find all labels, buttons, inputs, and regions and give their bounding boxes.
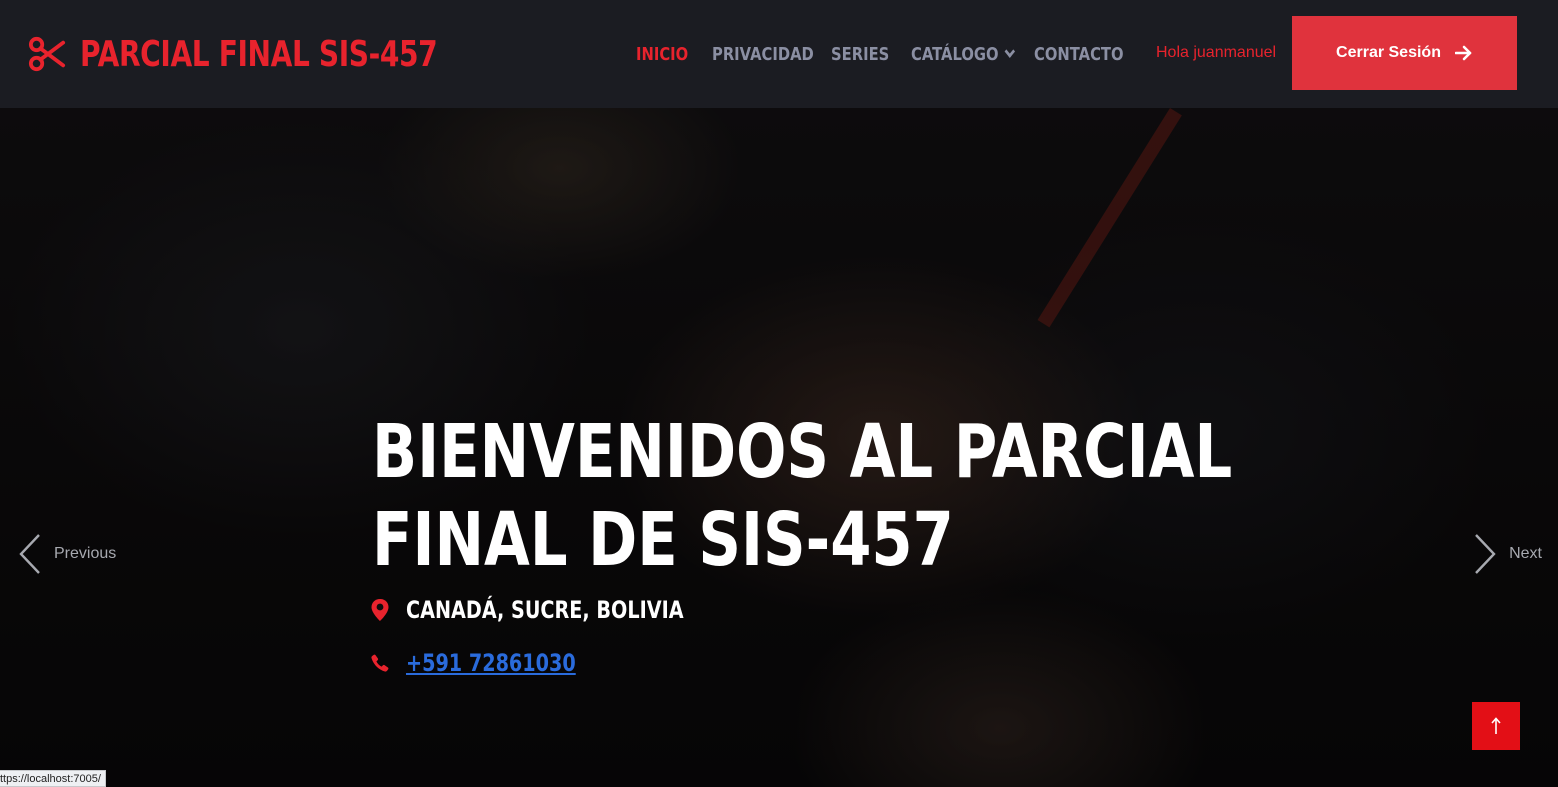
carousel-next-button[interactable]: Next	[1473, 533, 1542, 575]
status-bar-url: ttps://localhost:7005/	[0, 770, 106, 787]
logout-button[interactable]: Cerrar Sesión	[1292, 16, 1517, 90]
hero-carousel: BIENVENIDOS AL PARCIAL FINAL DE SIS-457 …	[0, 108, 1558, 787]
chevron-left-icon	[19, 534, 40, 574]
chevron-right-icon	[1475, 534, 1496, 574]
nav-item-privacidad[interactable]: PRIVACIDAD	[712, 44, 814, 65]
hero-title: BIENVENIDOS AL PARCIAL FINAL DE SIS-457	[372, 408, 1233, 584]
map-marker-icon	[371, 599, 389, 621]
nav-item-series[interactable]: SERIES	[831, 44, 889, 65]
phone-info: +591 72861030	[370, 649, 618, 677]
logout-button-label: Cerrar Sesión	[1336, 44, 1441, 61]
carousel-prev-button[interactable]: Previous	[18, 533, 116, 575]
brand-logo[interactable]: PARCIAL FINAL SIS-457	[28, 28, 538, 80]
scissors-icon	[28, 36, 66, 72]
nav-item-contacto[interactable]: CONTACTO	[1034, 44, 1124, 65]
hero-title-line-2: FINAL DE SIS-457	[372, 497, 954, 583]
brand-title: PARCIAL FINAL SIS-457	[80, 33, 438, 75]
arrow-up-icon	[1491, 717, 1501, 734]
nav-item-inicio[interactable]: INICIO	[636, 44, 688, 65]
user-greeting: Hola juanmanuel	[1156, 44, 1277, 61]
location-info: CANADÁ, SUCRE, BOLIVIA	[370, 596, 753, 624]
phone-icon	[371, 654, 389, 672]
phone-link[interactable]: +591 72861030	[406, 649, 576, 677]
chevron-down-icon	[1004, 45, 1015, 58]
carousel-next-label: Next	[1509, 545, 1542, 562]
hero-title-line-1: BIENVENIDOS AL PARCIAL	[372, 409, 1233, 495]
back-to-top-button[interactable]	[1472, 702, 1520, 750]
arrow-right-icon	[1454, 45, 1472, 61]
nav-item-catalogo-label: CATÁLOGO	[911, 43, 999, 65]
nav-item-catalogo[interactable]: CATÁLOGO	[911, 43, 1015, 65]
carousel-prev-label: Previous	[54, 545, 117, 562]
location-text: CANADÁ, SUCRE, BOLIVIA	[406, 596, 684, 624]
top-navbar: PARCIAL FINAL SIS-457 INICIO PRIVACIDAD …	[0, 0, 1558, 108]
